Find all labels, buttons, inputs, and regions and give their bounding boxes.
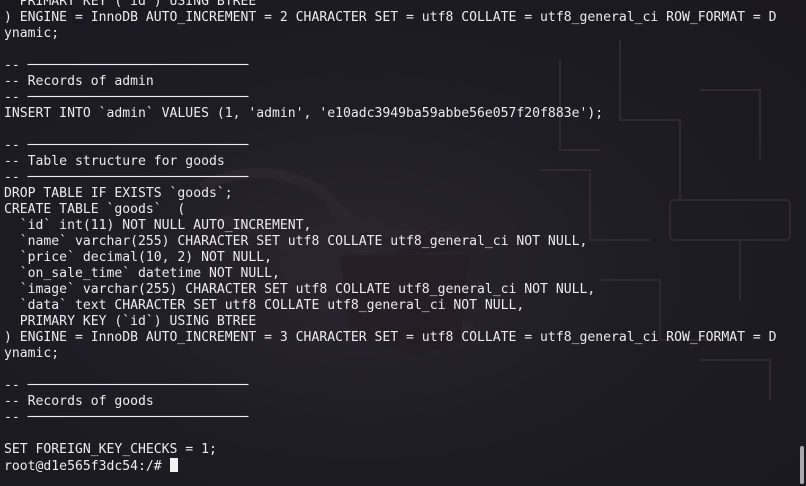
output-line: -- ────────────────────────────	[4, 410, 249, 425]
output-line: -- ────────────────────────────	[4, 138, 249, 153]
shell-prompt: root@d1e565f3dc54:/#	[4, 459, 170, 474]
output-line: `id` int(11) NOT NULL AUTO_INCREMENT,	[4, 218, 312, 233]
output-line: -- ────────────────────────────	[4, 378, 249, 393]
output-line: -- Records of goods	[4, 394, 154, 409]
terminal-window[interactable]: PRIMARY KEY (`id`) USING BTREE) ENGINE =…	[0, 0, 806, 486]
output-line: ) ENGINE = InnoDB AUTO_INCREMENT = 2 CHA…	[4, 10, 777, 25]
output-line: ynamic;	[4, 346, 60, 361]
output-line: PRIMARY KEY (`id`) USING BTREE	[4, 314, 257, 329]
output-line: `data` text CHARACTER SET utf8 COLLATE u…	[4, 298, 525, 313]
output-line: INSERT INTO `admin` VALUES (1, 'admin', …	[4, 106, 604, 121]
output-line: `on_sale_time` datetime NOT NULL,	[4, 266, 280, 281]
output-line: SET FOREIGN_KEY_CHECKS = 1;	[4, 442, 217, 457]
output-line: `name` varchar(255) CHARACTER SET utf8 C…	[4, 234, 588, 249]
output-line: ) ENGINE = InnoDB AUTO_INCREMENT = 3 CHA…	[4, 330, 777, 345]
output-line: -- ────────────────────────────	[4, 58, 249, 73]
terminal-output: PRIMARY KEY (`id`) USING BTREE) ENGINE =…	[4, 0, 777, 474]
output-line: -- Records of admin	[4, 74, 154, 89]
output-line: -- ────────────────────────────	[4, 170, 249, 185]
output-line: -- Table structure for goods	[4, 154, 225, 169]
output-line: `image` varchar(255) CHARACTER SET utf8 …	[4, 282, 596, 297]
command-prompt-line[interactable]: root@d1e565f3dc54:/#	[4, 458, 777, 474]
output-line: `price` decimal(10, 2) NOT NULL,	[4, 250, 273, 265]
text-cursor	[169, 458, 178, 472]
terminal-scrollbar[interactable]	[800, 446, 804, 484]
output-line: PRIMARY KEY (`id`) USING BTREE	[4, 0, 257, 9]
output-line: -- ────────────────────────────	[4, 90, 249, 105]
output-line: ynamic;	[4, 26, 60, 41]
output-line: CREATE TABLE `goods` (	[4, 202, 186, 217]
output-line: DROP TABLE IF EXISTS `goods`;	[4, 186, 233, 201]
